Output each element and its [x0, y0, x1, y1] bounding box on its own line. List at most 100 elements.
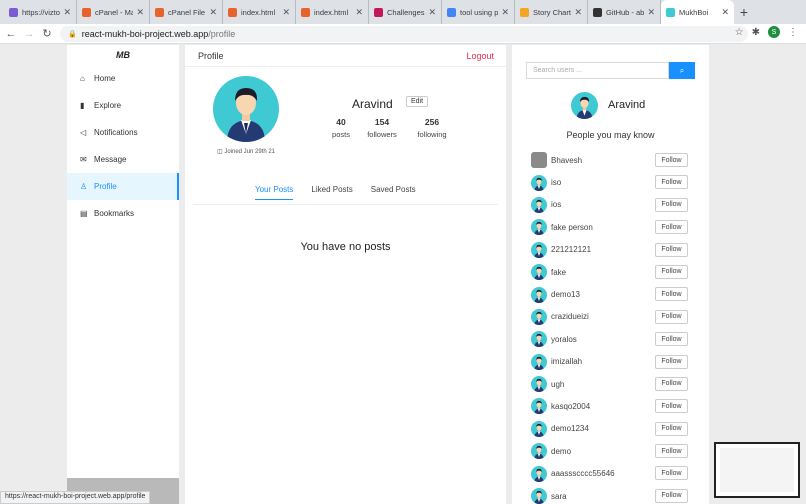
follow-button[interactable]: Follow [655, 399, 688, 414]
menu-icon[interactable]: ⋮ [788, 27, 798, 38]
follow-button[interactable]: Follow [655, 220, 688, 235]
user-name[interactable]: demo [551, 447, 571, 456]
edit-profile-button[interactable]: Edit [406, 96, 429, 107]
sidebar-item-home[interactable]: ⌂ Home [67, 65, 179, 92]
user-name[interactable]: demo1234 [551, 424, 589, 433]
follow-button[interactable]: Follow [655, 421, 688, 436]
user-name[interactable]: sara [551, 492, 567, 501]
browser-toolbar: ← → ↻ 🔒 react-mukh-boi-project.web.app/p… [0, 24, 806, 44]
close-tab-icon[interactable]: ✕ [721, 7, 729, 18]
suggested-user-row: 221212121 Follow [531, 239, 691, 261]
suggested-user-row: kasqo2004 Follow [531, 395, 691, 417]
browser-tab[interactable]: index.html ✕ [223, 0, 296, 24]
new-tab-icon[interactable]: + [734, 0, 754, 24]
user-name[interactable]: crazidueizi [551, 312, 589, 321]
close-tab-icon[interactable]: ✕ [136, 7, 144, 18]
user-name[interactable]: demo13 [551, 290, 580, 299]
follow-button[interactable]: Follow [655, 153, 688, 167]
tab-title: Challenges [387, 7, 425, 17]
stat-following[interactable]: 256 following [407, 117, 457, 139]
forward-icon[interactable]: → [22, 28, 36, 40]
browser-tab[interactable]: cPanel File M...✕ [150, 0, 223, 24]
extensions-icon[interactable]: ✱ [752, 27, 760, 38]
user-name[interactable]: Bhavesh [551, 156, 582, 165]
browser-tab[interactable]: tool using pyt...✕ [442, 0, 515, 24]
tab-title: tool using pyt... [460, 7, 499, 17]
brand-logo[interactable]: MB [67, 45, 179, 65]
browser-tab[interactable]: index.html ✕ [296, 0, 369, 24]
follow-button[interactable]: Follow [655, 197, 688, 212]
sidebar-item-label: Bookmarks [94, 209, 135, 218]
user-name[interactable]: aaassscccc55646 [551, 469, 615, 478]
close-tab-icon[interactable]: ✕ [282, 7, 290, 18]
current-user-avatar [571, 92, 598, 119]
user-name[interactable]: ugh [551, 380, 564, 389]
follow-button[interactable]: Follow [655, 332, 688, 347]
star-icon[interactable]: ☆ [735, 27, 744, 38]
follow-button[interactable]: Follow [655, 242, 688, 257]
follow-button[interactable]: Follow [655, 488, 688, 503]
follow-button[interactable]: Follow [655, 376, 688, 391]
notifications-icon: ◁ [80, 128, 87, 137]
user-name[interactable]: iso [551, 178, 561, 187]
user-name[interactable]: ios [551, 200, 561, 209]
user-name[interactable]: fake [551, 268, 566, 277]
user-name[interactable]: 221212121 [551, 245, 591, 254]
suggested-user-row: sara Follow [531, 485, 691, 504]
follow-button[interactable]: Follow [655, 287, 688, 302]
sidebar-item-notifications[interactable]: ◁ Notifications [67, 119, 179, 146]
tab-title: cPanel File M... [168, 7, 206, 17]
user-name[interactable]: yoralos [551, 335, 577, 344]
sidebar-item-bookmarks[interactable]: ▤ Bookmarks [67, 200, 179, 227]
follow-button[interactable]: Follow [655, 444, 688, 459]
follow-button[interactable]: Follow [655, 264, 688, 279]
user-name[interactable]: kasqo2004 [551, 402, 590, 411]
user-avatar [531, 264, 547, 281]
page-title: Profile [198, 50, 224, 61]
sidebar-item-message[interactable]: ✉ Message [67, 146, 179, 173]
tab-liked-posts[interactable]: Liked Posts [311, 185, 352, 200]
close-tab-icon[interactable]: ✕ [647, 7, 655, 18]
search-button[interactable]: ⌕ [669, 62, 695, 79]
follow-button[interactable]: Follow [655, 309, 688, 324]
logout-button[interactable]: Logout [466, 51, 494, 61]
search-users-input[interactable]: Search users ... [526, 62, 669, 79]
close-tab-icon[interactable]: ✕ [63, 7, 71, 18]
sidebar-item-profile[interactable]: ♙ Profile [67, 173, 179, 200]
profile-icon: ♙ [80, 182, 88, 191]
browser-tab[interactable]: https://vizto...✕ [4, 0, 77, 24]
tab-favicon-icon [520, 7, 529, 17]
screen-recording-thumbnail[interactable] [714, 442, 800, 498]
user-name[interactable]: fake person [551, 223, 593, 232]
tab-your-posts[interactable]: Your Posts [255, 185, 294, 200]
reload-icon[interactable]: ↻ [40, 27, 54, 40]
user-avatar [531, 488, 547, 504]
browser-tab[interactable]: Challenges ✕ [369, 0, 442, 24]
follow-button[interactable]: Follow [655, 466, 688, 481]
browser-tab[interactable]: MukhBoi ✕ [661, 0, 734, 24]
close-tab-icon[interactable]: ✕ [574, 7, 582, 18]
close-tab-icon[interactable]: ✕ [209, 7, 217, 18]
tab-favicon-icon [447, 7, 456, 17]
tab-saved-posts[interactable]: Saved Posts [371, 185, 416, 200]
browser-tab[interactable]: cPanel - Ma...✕ [77, 0, 150, 24]
tabs-divider [193, 204, 498, 205]
sidebar-item-explore[interactable]: ▮ Explore [67, 92, 179, 119]
close-tab-icon[interactable]: ✕ [355, 7, 363, 18]
tab-title: index.html [314, 7, 349, 17]
people-you-may-know-heading: People you may know [566, 130, 655, 140]
follow-button[interactable]: Follow [655, 175, 688, 190]
stat-following-count: 256 [424, 117, 440, 127]
joined-date: ◫ Joined Jun 29th 21 [216, 149, 276, 155]
browser-profile-avatar[interactable]: S [768, 26, 780, 38]
browser-tab[interactable]: Story Chart ✕ [515, 0, 588, 24]
follow-button[interactable]: Follow [655, 354, 688, 369]
user-name[interactable]: imizallah [551, 357, 582, 366]
address-bar[interactable]: 🔒 react-mukh-boi-project.web.app/profile [60, 26, 748, 42]
browser-tab[interactable]: GitHub - abi...✕ [588, 0, 661, 24]
back-icon[interactable]: ← [4, 28, 18, 40]
close-tab-icon[interactable]: ✕ [501, 7, 509, 18]
stat-followers[interactable]: 154 followers [357, 117, 407, 139]
profile-tabs: Your Posts Liked Posts Saved Posts [255, 185, 416, 200]
close-tab-icon[interactable]: ✕ [428, 7, 436, 18]
